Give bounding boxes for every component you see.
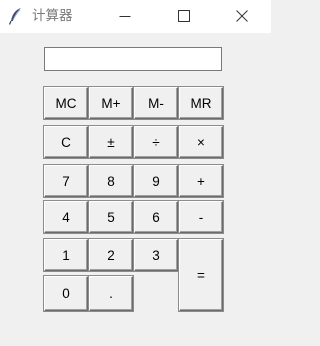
clear-button[interactable]: C [44, 126, 88, 158]
digit-3-button[interactable]: 3 [134, 239, 178, 271]
minus-button[interactable]: - [179, 201, 223, 233]
maximize-button[interactable] [161, 0, 207, 33]
digit-9-button[interactable]: 9 [134, 165, 178, 197]
window-title: 计算器 [32, 8, 73, 24]
digit-5-button[interactable]: 5 [89, 201, 133, 233]
multiply-button[interactable]: × [179, 126, 223, 158]
negate-button[interactable]: ± [89, 126, 133, 158]
minimize-button[interactable] [102, 0, 148, 33]
digit-7-button[interactable]: 7 [44, 165, 88, 197]
equals-button[interactable]: = [179, 239, 223, 311]
feather-icon [8, 7, 24, 25]
minimize-icon [119, 16, 131, 17]
digit-0-button[interactable]: 0 [44, 276, 88, 311]
maximize-icon [178, 10, 190, 22]
title-bar: 计算器 [0, 0, 271, 33]
digit-8-button[interactable]: 8 [89, 165, 133, 197]
close-button[interactable] [219, 0, 265, 33]
digit-2-button[interactable]: 2 [89, 239, 133, 271]
m-plus-button[interactable]: M+ [89, 87, 133, 119]
digit-1-button[interactable]: 1 [44, 239, 88, 271]
display-field[interactable] [44, 47, 222, 71]
digit-4-button[interactable]: 4 [44, 201, 88, 233]
mc-button[interactable]: MC [44, 87, 88, 119]
close-icon [236, 10, 248, 22]
divide-button[interactable]: ÷ [134, 126, 178, 158]
mr-button[interactable]: MR [179, 87, 223, 119]
decimal-button[interactable]: . [89, 276, 133, 311]
m-minus-button[interactable]: M- [134, 87, 178, 119]
digit-6-button[interactable]: 6 [134, 201, 178, 233]
plus-button[interactable]: + [179, 165, 223, 197]
